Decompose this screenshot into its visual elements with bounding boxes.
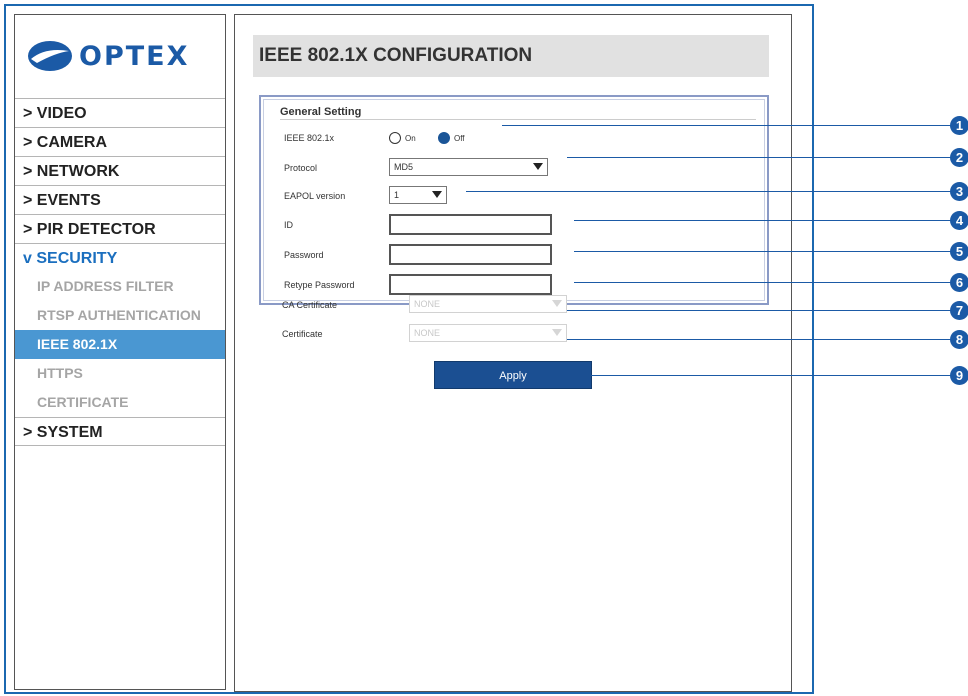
apply-button[interactable]: Apply <box>434 361 592 389</box>
ca-certificate-select[interactable]: NONE <box>409 295 567 313</box>
main-panel: IEEE 802.1X CONFIGURATION General Settin… <box>234 14 792 692</box>
optex-logo: OPTEX <box>27 37 217 75</box>
certificate-value: NONE <box>414 328 441 338</box>
sidebar-item-network[interactable]: > NETWORK <box>15 156 225 185</box>
sidebar-item-events[interactable]: > EVENTS <box>15 185 225 214</box>
page-title: IEEE 802.1X CONFIGURATION <box>259 45 533 66</box>
sidebar-subitem-ip-address-filter[interactable]: IP ADDRESS FILTER <box>15 272 225 301</box>
sidebar: OPTEX > VIDEO > CAMERA > NETWORK > EVENT… <box>14 14 226 690</box>
ieee-off-radio[interactable] <box>438 132 450 144</box>
callout-9: 9 <box>950 366 968 385</box>
callout-line-9 <box>591 375 952 376</box>
chevron-down-icon <box>432 191 442 198</box>
callout-5: 5 <box>950 242 968 261</box>
chevron-down-icon <box>533 163 543 170</box>
certificate-select[interactable]: NONE <box>409 324 567 342</box>
ieee-on-label: On <box>405 134 416 143</box>
callout-8: 8 <box>950 330 968 349</box>
eapol-version-value: 1 <box>394 190 400 200</box>
callout-3: 3 <box>950 182 968 201</box>
retype-password-label: Retype Password <box>284 280 355 290</box>
protocol-value: MD5 <box>394 162 414 172</box>
section-divider <box>280 119 756 120</box>
sidebar-subitem-certificate[interactable]: CERTIFICATE <box>15 388 225 417</box>
ieee-8021x-label: IEEE 802.1x <box>284 133 335 143</box>
password-input[interactable] <box>389 244 552 265</box>
eapol-version-select[interactable]: 1 <box>389 186 447 204</box>
password-label: Password <box>284 250 324 260</box>
callout-7: 7 <box>950 301 968 320</box>
sidebar-subitem-ieee-8021x[interactable]: IEEE 802.1X <box>15 330 225 359</box>
sidebar-subitem-https[interactable]: HTTPS <box>15 359 225 388</box>
id-input[interactable] <box>389 214 552 235</box>
optex-logo-mark-icon <box>28 41 72 71</box>
callout-6: 6 <box>950 273 968 292</box>
callout-line-1 <box>502 125 952 126</box>
callout-line-2 <box>567 157 952 158</box>
callout-1: 1 <box>950 116 968 135</box>
certificate-label: Certificate <box>282 329 323 339</box>
sidebar-item-camera[interactable]: > CAMERA <box>15 127 225 156</box>
callout-line-8 <box>567 339 952 340</box>
sidebar-item-system[interactable]: > SYSTEM <box>15 417 225 446</box>
id-label: ID <box>284 220 293 230</box>
retype-password-input[interactable] <box>389 274 552 295</box>
general-setting-panel: General Setting IEEE 802.1x On Off Proto… <box>259 95 769 305</box>
callout-line-6 <box>574 282 952 283</box>
callout-line-7 <box>567 310 952 311</box>
sidebar-item-video[interactable]: > VIDEO <box>15 98 225 127</box>
protocol-label: Protocol <box>284 163 318 173</box>
sidebar-menu: > VIDEO > CAMERA > NETWORK > EVENTS > PI… <box>15 98 225 446</box>
logo-text: OPTEX <box>79 40 190 72</box>
ca-certificate-label: CA Certificate <box>282 300 338 310</box>
sidebar-item-pir-detector[interactable]: > PIR DETECTOR <box>15 214 225 243</box>
sidebar-item-security[interactable]: v SECURITY <box>15 243 225 272</box>
ca-certificate-value: NONE <box>414 299 441 309</box>
ieee-off-label: Off <box>454 134 465 143</box>
section-title: General Setting <box>280 106 362 118</box>
callout-line-5 <box>574 251 952 252</box>
callout-4: 4 <box>950 211 968 230</box>
protocol-select[interactable]: MD5 <box>389 158 548 176</box>
chevron-down-icon <box>552 329 562 336</box>
ieee-on-radio[interactable] <box>389 132 401 144</box>
callout-line-4 <box>574 220 952 221</box>
title-bar: IEEE 802.1X CONFIGURATION <box>253 35 769 77</box>
eapol-version-label: EAPOL version <box>284 191 346 201</box>
callout-2: 2 <box>950 148 968 167</box>
sidebar-subitem-rtsp-authentication[interactable]: RTSP AUTHENTICATION <box>15 301 225 330</box>
chevron-down-icon <box>552 300 562 307</box>
callout-line-3 <box>466 191 952 192</box>
